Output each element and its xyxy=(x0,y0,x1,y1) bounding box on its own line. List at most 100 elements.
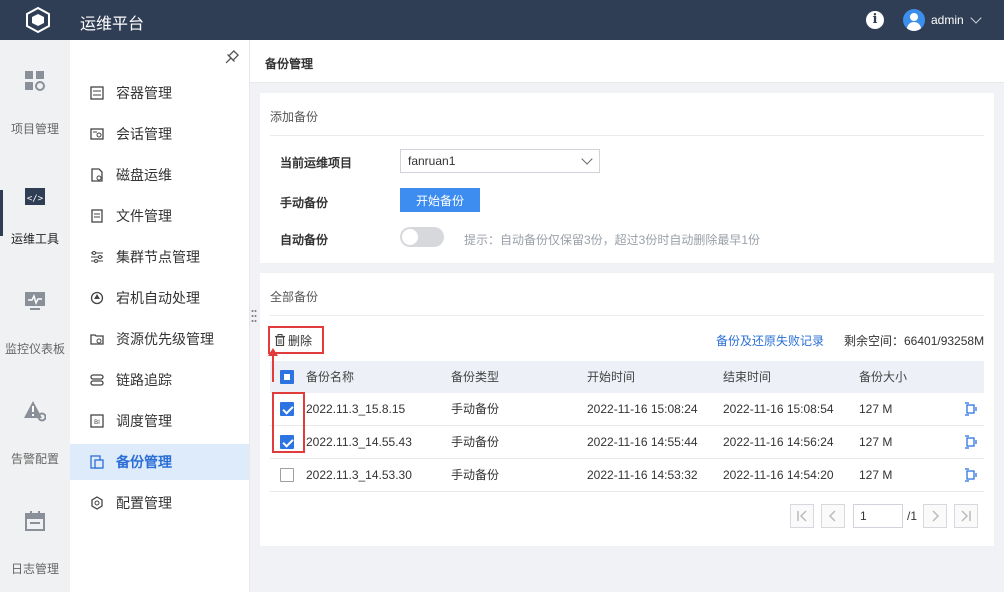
rail-label: 运维工具 xyxy=(10,232,59,246)
username: admin xyxy=(931,13,964,27)
info-icon[interactable]: i xyxy=(866,11,884,29)
rail-label: 监控仪表板 xyxy=(4,342,65,356)
backup-name: 2022.11.3_14.55.43 xyxy=(306,435,412,449)
backup-icon xyxy=(90,455,104,469)
menu-item-label: 备份管理 xyxy=(116,454,172,470)
session-icon xyxy=(90,128,104,140)
menu-item-file[interactable]: 文件管理 xyxy=(70,198,249,234)
last-page-icon xyxy=(961,510,971,522)
resize-handle-icon[interactable] xyxy=(251,309,257,323)
next-page-button[interactable] xyxy=(923,504,947,528)
rail-item-ops-tools[interactable]: </> 运维工具 xyxy=(0,150,70,260)
menu-item-priority[interactable]: 资源优先级管理 xyxy=(70,321,249,357)
user-menu[interactable]: admin xyxy=(903,9,982,31)
pin-icon[interactable] xyxy=(223,50,239,66)
sub-menu: 容器管理 会话管理 磁盘运维 文件管理 集群节点管理 宕机自动处理 资源优先级管… xyxy=(70,40,250,592)
backup-size: 127 M xyxy=(859,435,893,449)
restore-icon[interactable] xyxy=(964,468,978,482)
column-header: 备份类型 xyxy=(451,370,500,384)
column-header: 开始时间 xyxy=(587,370,636,384)
table-row: 2022.11.3_14.55.43 手动备份 2022-11-16 14:55… xyxy=(270,426,984,459)
sliders-icon xyxy=(91,251,103,263)
menu-item-label: 链路追踪 xyxy=(116,372,172,388)
table-row: 2022.11.3_14.53.30 手动备份 2022-11-16 14:53… xyxy=(270,459,984,492)
panel-title: 添加备份 xyxy=(270,110,319,124)
select-all-checkbox[interactable] xyxy=(280,370,294,384)
column-header: 备份名称 xyxy=(306,370,355,384)
menu-item-config[interactable]: 配置管理 xyxy=(70,485,249,521)
cube-logo-icon xyxy=(26,6,50,34)
code-window-icon: </> xyxy=(25,188,45,205)
disk-icon xyxy=(91,168,103,182)
config-gear-icon xyxy=(91,496,103,510)
row-checkbox[interactable] xyxy=(280,435,294,449)
auto-backup-label: 自动备份 xyxy=(280,233,329,247)
trace-icon xyxy=(90,374,104,386)
page-number-input[interactable]: 1 xyxy=(853,504,903,528)
remaining-space: 剩余空间：66401/93258M xyxy=(844,334,985,348)
rail-label: 项目管理 xyxy=(10,122,59,136)
container-icon xyxy=(90,86,104,100)
end-time: 2022-11-16 14:56:24 xyxy=(723,435,834,449)
menu-item-trace[interactable]: 链路追踪 xyxy=(70,362,249,398)
schedule-icon: BI xyxy=(90,414,104,428)
row-checkbox[interactable] xyxy=(280,468,294,482)
menu-item-label: 调度管理 xyxy=(116,413,172,429)
first-page-icon xyxy=(797,510,807,522)
menu-item-label: 文件管理 xyxy=(116,208,172,224)
start-time: 2022-11-16 15:08:24 xyxy=(587,402,698,416)
rail-item-monitor[interactable]: 监控仪表板 xyxy=(0,260,70,370)
rail-item-project[interactable]: 项目管理 xyxy=(0,40,70,150)
end-time: 2022-11-16 14:54:20 xyxy=(723,468,834,482)
backup-size: 127 M xyxy=(859,468,893,482)
arrow-up-icon xyxy=(268,348,278,382)
toggle-knob xyxy=(402,229,418,245)
row-checkbox[interactable] xyxy=(280,402,294,416)
menu-item-label: 集群节点管理 xyxy=(116,249,200,265)
trash-icon xyxy=(275,334,285,346)
restore-icon[interactable] xyxy=(964,435,978,449)
menu-item-auto-recover[interactable]: 宕机自动处理 xyxy=(70,280,249,316)
project-select[interactable]: fanruan1 xyxy=(400,149,600,173)
panel-title: 全部备份 xyxy=(270,290,319,304)
menu-item-container[interactable]: 容器管理 xyxy=(70,75,249,111)
menu-item-label: 资源优先级管理 xyxy=(116,331,214,347)
rail-item-logs[interactable]: 日志管理 xyxy=(0,480,70,590)
calendar-icon xyxy=(25,511,45,531)
avatar-icon xyxy=(903,9,925,31)
backup-type: 手动备份 xyxy=(451,402,500,416)
start-time: 2022-11-16 14:55:44 xyxy=(587,435,698,449)
auto-backup-hint: 提示：自动备份仅保留3份，超过3份时自动删除最早1份 xyxy=(464,233,761,247)
menu-item-schedule[interactable]: BI 调度管理 xyxy=(70,403,249,439)
menu-item-backup[interactable]: 备份管理 xyxy=(70,444,249,480)
menu-item-disk[interactable]: 磁盘运维 xyxy=(70,157,249,193)
rail-item-alert[interactable]: 告警配置 xyxy=(0,370,70,480)
rail-label: 日志管理 xyxy=(10,562,59,576)
first-page-button[interactable] xyxy=(790,504,814,528)
chevron-down-icon xyxy=(970,11,982,24)
start-time: 2022-11-16 14:53:32 xyxy=(587,468,698,482)
delete-label: 删除 xyxy=(288,333,313,348)
menu-item-label: 磁盘运维 xyxy=(116,167,172,183)
svg-text:</>: </> xyxy=(27,194,44,204)
menu-item-cluster[interactable]: 集群节点管理 xyxy=(70,239,249,275)
failure-records-link[interactable]: 备份及还原失败记录 xyxy=(716,332,824,349)
divider xyxy=(270,315,984,316)
backup-name: 2022.11.3_14.53.30 xyxy=(306,468,412,482)
table-header: 备份名称 备份类型 开始时间 结束时间 备份大小 xyxy=(270,361,984,393)
column-header: 备份大小 xyxy=(859,370,908,384)
warning-gear-icon xyxy=(24,401,46,422)
auto-backup-toggle[interactable] xyxy=(400,227,444,247)
backup-size: 127 M xyxy=(859,402,893,416)
restore-icon[interactable] xyxy=(964,402,978,416)
prev-page-button[interactable] xyxy=(821,504,845,528)
page-header: 备份管理 xyxy=(250,40,1004,83)
project-select-value: fanruan1 xyxy=(408,154,456,168)
menu-item-label: 宕机自动处理 xyxy=(116,290,200,306)
grid-icon xyxy=(25,71,45,91)
start-backup-button[interactable]: 开始备份 xyxy=(400,188,480,212)
monitor-icon xyxy=(25,292,45,310)
menu-item-session[interactable]: 会话管理 xyxy=(70,116,249,152)
top-header: 运维平台 i admin xyxy=(0,0,1004,40)
last-page-button[interactable] xyxy=(954,504,978,528)
